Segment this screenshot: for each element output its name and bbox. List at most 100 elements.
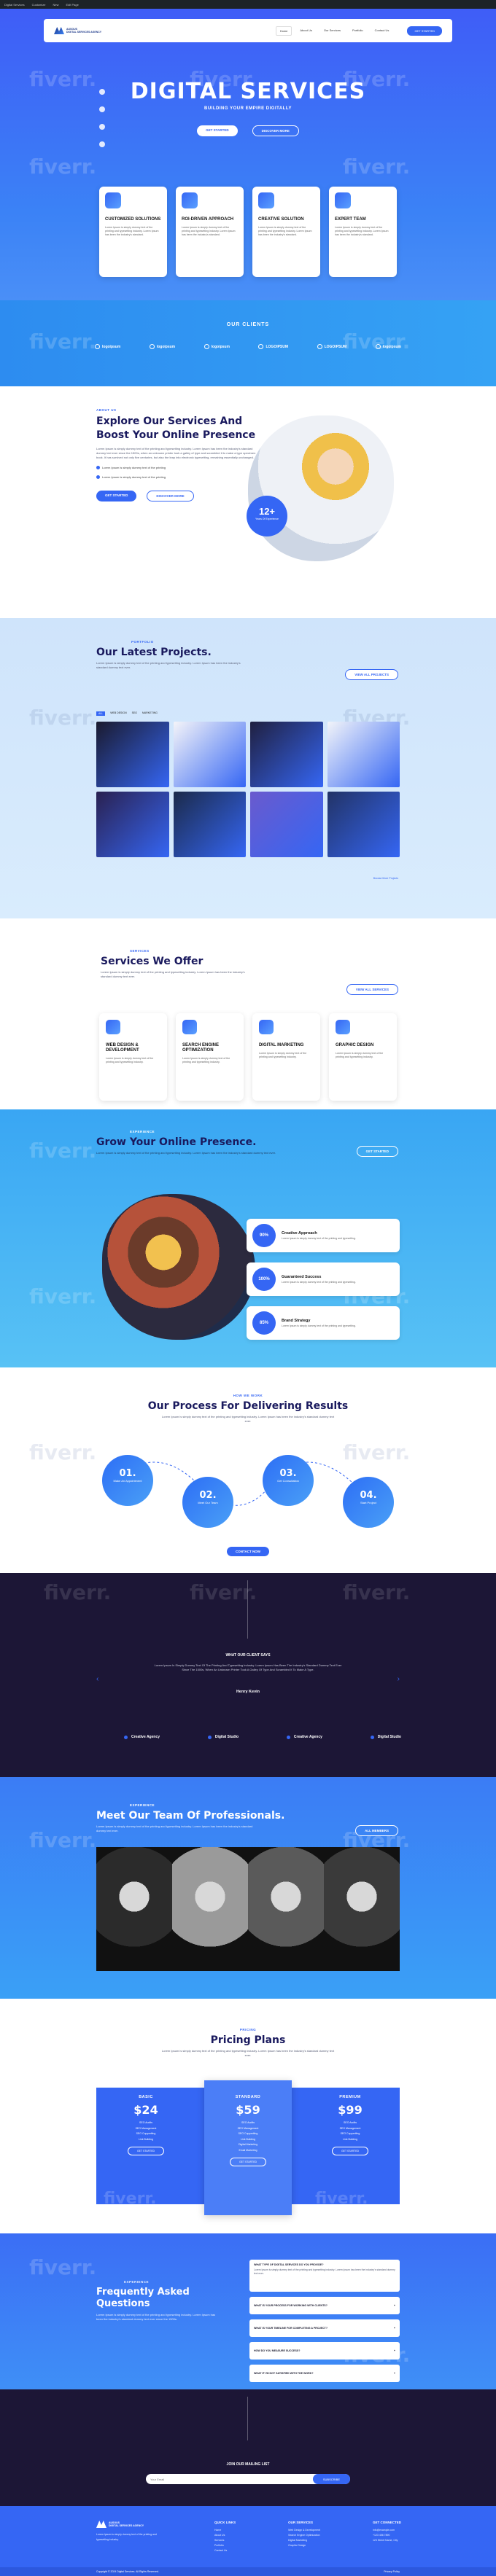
privacy-policy-link[interactable]: Privacy Policy [384, 2570, 400, 2573]
browse-more-link[interactable]: Browse More Projects [373, 877, 398, 880]
nav-get-started-button[interactable]: GET STARTED [407, 26, 442, 36]
process-kicker: HOW WE WORK [233, 1394, 263, 1397]
about-text: Lorem Ipsum is simply dummy text of the … [96, 447, 256, 459]
site-logo[interactable]: AUSGUS DIGITAL SERVICES AGENCY [54, 27, 101, 34]
nav-link-services[interactable]: Our Services [320, 26, 344, 36]
wp-admin-item[interactable]: Customize [32, 3, 46, 7]
nav-link-about[interactable]: About Us [296, 26, 315, 36]
footer-link[interactable]: Search Engine Optimization [288, 2533, 320, 2538]
wp-admin-item[interactable]: Edit Page [66, 3, 79, 7]
filter-all[interactable]: ALL [96, 711, 106, 716]
team-section: fiverr. fiverr. EXPERIENCE Meet Our Team… [0, 1777, 496, 1999]
footer-logo[interactable]: AUSGUS DIGITAL SERVICES AGENCY [96, 2521, 162, 2528]
footer-link[interactable]: Digital Marketing [288, 2538, 320, 2543]
portfolio-item[interactable] [250, 792, 323, 857]
wp-admin-item[interactable]: Digital Services [4, 3, 25, 7]
watermark: fiverr. [29, 706, 97, 730]
footer-link[interactable]: Portfolio [214, 2543, 236, 2548]
divider [247, 2397, 248, 2440]
service-card[interactable]: WEB DESIGN & DEVELOPMENT Lorem Ipsum is … [99, 1013, 167, 1101]
chevron-right-icon[interactable]: › [398, 1675, 400, 1683]
footer-link[interactable]: Graphic Design [288, 2543, 320, 2548]
portfolio-item[interactable] [327, 722, 400, 787]
email-input[interactable] [146, 2477, 313, 2481]
portfolio-item[interactable] [327, 792, 400, 857]
service-card[interactable]: GRAPHIC DESIGN Lorem Ipsum is simply dum… [329, 1013, 397, 1101]
pricing-kicker: PRICING [239, 2028, 257, 2031]
portfolio-item[interactable] [96, 792, 169, 857]
feature-card: EXPERT TEAM Lorem Ipsum is simply dummy … [329, 187, 397, 277]
wp-admin-item[interactable]: New [53, 3, 58, 7]
stat-title: Brand Strategy [282, 1319, 311, 1323]
contact-now-button[interactable]: CONTACT NOW [227, 1547, 269, 1556]
all-members-button[interactable]: ALL MEMBERS [355, 1825, 398, 1836]
grow-kicker: EXPERIENCE [130, 1130, 155, 1133]
plan-get-started-button[interactable]: GET STARTED [331, 2147, 369, 2155]
plan-price: $59 [236, 2103, 260, 2117]
nav-link-portfolio[interactable]: Portfolio [349, 26, 367, 36]
footer-link[interactable]: About Us [214, 2533, 236, 2538]
footer-contact[interactable]: +123 456 7890 [373, 2533, 401, 2538]
copyright-text: Copyright © 2024 Digital Services. All R… [96, 2570, 159, 2573]
plan-name: PREMIUM [339, 2095, 361, 2099]
team-member-photo[interactable] [96, 1847, 172, 1971]
filter-marketing[interactable]: MARKETING [142, 711, 158, 716]
faq-item[interactable]: WHAT IS YOUR PROCESS FOR WORKING WITH CL… [249, 2297, 400, 2314]
footer-link[interactable]: Web Design & Development [288, 2528, 320, 2533]
lightbulb-icon [258, 192, 274, 208]
linkedin-icon[interactable] [99, 141, 105, 147]
portfolio-item[interactable] [96, 722, 169, 787]
view-all-projects-button[interactable]: VIEW ALL PROJECTS [345, 669, 398, 680]
filter-seo[interactable]: SEO [132, 711, 137, 716]
portfolio-item[interactable] [173, 792, 246, 857]
feature-title: CUSTOMIZED SOLUTIONS [105, 217, 161, 222]
nav-link-home[interactable]: Home [275, 26, 292, 36]
services-section: SERVICES Services We Offer Lorem Ipsum i… [0, 918, 496, 1109]
chevron-left-icon[interactable]: ‹ [96, 1675, 98, 1683]
plus-icon: + [393, 2304, 395, 2307]
view-all-services-button[interactable]: VIEW ALL SERVICES [346, 984, 398, 995]
faq-item[interactable]: WHAT IF I'M NOT SATISFIED WITH THE WORK?… [249, 2365, 400, 2382]
about-discover-more-button[interactable]: DISCOVER MORE [147, 491, 194, 501]
nav-links: Home About Us Our Services Portfolio Con… [275, 26, 393, 36]
subscribe-button[interactable]: SUBSCRIBE [312, 2474, 350, 2484]
pricing-text: Lorem Ipsum is simply dummy text of the … [161, 2049, 335, 2057]
filter-web-design[interactable]: WEB DESIGN [110, 711, 126, 716]
hero-get-started-button[interactable]: GET STARTED [197, 125, 238, 136]
team-member-photo[interactable] [324, 1847, 400, 1971]
portfolio-item[interactable] [250, 722, 323, 787]
portfolio-item[interactable] [173, 722, 246, 787]
faq-item[interactable]: WHAT IS YOUR TIMELINE FOR COMPLETING A P… [249, 2319, 400, 2337]
plan-get-started-button[interactable]: GET STARTED [229, 2158, 267, 2166]
service-text: Lorem Ipsum is simply dummy text of the … [259, 1052, 307, 1058]
about-title: Explore Our Services And Boost Your Onli… [96, 415, 256, 441]
about-get-started-button[interactable]: GET STARTED [96, 491, 137, 501]
watermark: fiverr. [29, 1828, 97, 1852]
client-logo: LOGOIPSUM [317, 344, 346, 349]
service-text: Lorem Ipsum is simply dummy text of the … [106, 1057, 154, 1063]
faq-item[interactable]: WHAT TYPE OF DIGITAL SERVICES DO YOU PRO… [249, 2260, 400, 2292]
footer-link[interactable]: Home [214, 2528, 236, 2533]
service-card[interactable]: DIGITAL MARKETING Lorem Ipsum is simply … [252, 1013, 320, 1101]
plan-feature: SEO Management [237, 2126, 259, 2130]
process-text: Lorem Ipsum is simply dummy text of the … [161, 1415, 335, 1423]
service-card[interactable]: SEARCH ENGINE OPTIMIZATION Lorem Ipsum i… [176, 1013, 244, 1101]
grow-get-started-button[interactable]: GET STARTED [356, 1146, 398, 1157]
about-kicker: ABOUT US [96, 408, 117, 412]
faq-question: HOW DO YOU MEASURE SUCCESS? [254, 2349, 301, 2352]
team-member-photo[interactable] [172, 1847, 248, 1971]
agency-marquee: Creative Agency Digital Studio Creative … [124, 1735, 401, 1739]
stat-title: Creative Approach [282, 1231, 317, 1236]
newsletter-section: JOIN OUR MAILING LIST SUBSCRIBE [0, 2389, 496, 2506]
logo-icon [54, 27, 64, 34]
hero-discover-more-button[interactable]: DISCOVER MORE [252, 125, 299, 136]
faq-item[interactable]: HOW DO YOU MEASURE SUCCESS? + [249, 2342, 400, 2360]
footer-link[interactable]: Contact Us [214, 2548, 236, 2553]
footer-link[interactable]: Services [214, 2538, 236, 2543]
footer-contact[interactable]: info@example.com [373, 2528, 401, 2533]
nav-link-contact[interactable]: Contact Us [371, 26, 393, 36]
testimonial-text: Lorem Ipsum Is Simply Dummy Text Of The … [154, 1663, 342, 1671]
plan-get-started-button[interactable]: GET STARTED [127, 2147, 165, 2155]
team-member-photo[interactable] [248, 1847, 324, 1971]
feature-cards: CUSTOMIZED SOLUTIONS Lorem Ipsum is simp… [99, 187, 397, 277]
